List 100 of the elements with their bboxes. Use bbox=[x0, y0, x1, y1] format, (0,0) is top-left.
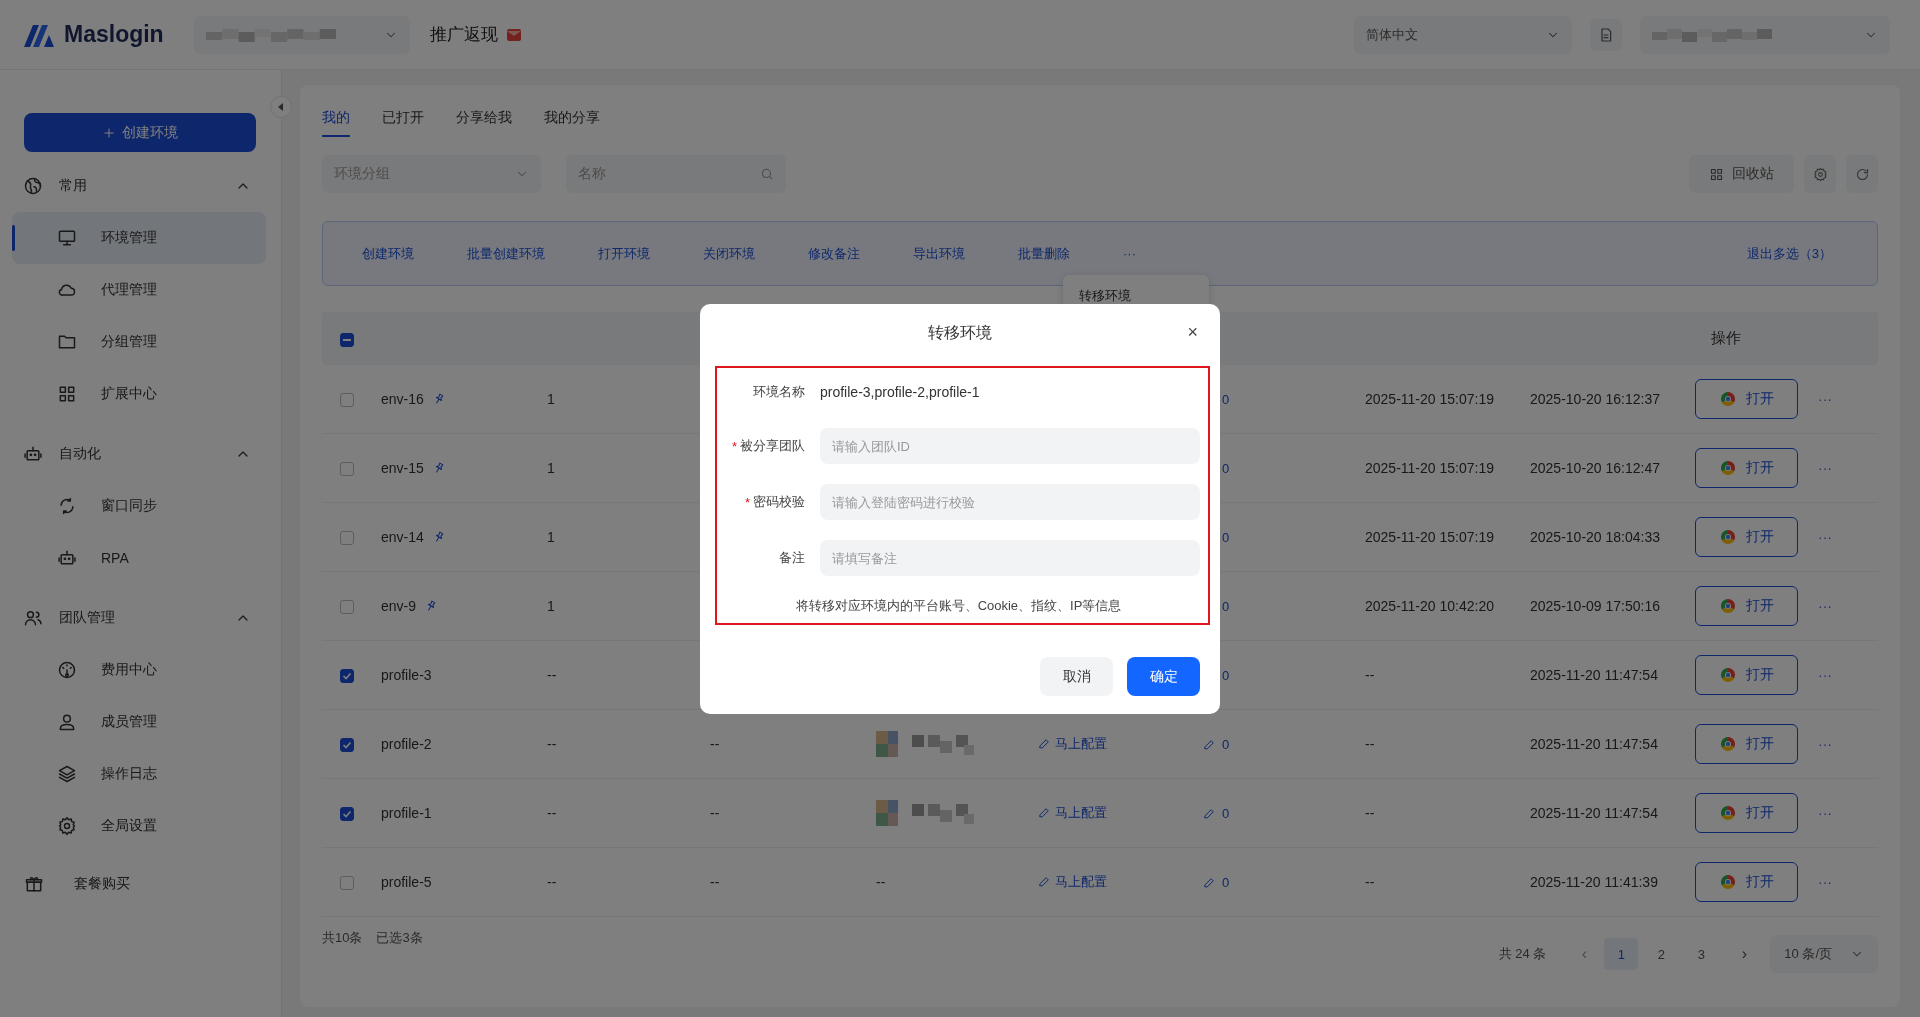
checkbox[interactable] bbox=[340, 462, 354, 477]
edit-count-link[interactable]: 0 bbox=[1222, 805, 1230, 821]
edit-count-link[interactable]: 0 bbox=[1222, 667, 1230, 683]
sidebar-item[interactable]: 成员管理 bbox=[12, 696, 266, 748]
open-button[interactable]: 打开 bbox=[1695, 862, 1798, 902]
more-button[interactable]: ··· bbox=[1818, 805, 1873, 821]
page-size-select[interactable]: 10 条/页 bbox=[1770, 935, 1878, 973]
sidebar-item[interactable]: 环境管理 bbox=[12, 212, 266, 264]
edit-icon bbox=[1203, 806, 1216, 820]
account-select[interactable] bbox=[1640, 15, 1890, 54]
edit-count-link[interactable]: 0 bbox=[1222, 460, 1230, 476]
tab[interactable]: 我的分享 bbox=[544, 103, 600, 137]
checkbox[interactable] bbox=[340, 332, 354, 347]
sidebar-item[interactable]: 操作日志 bbox=[12, 748, 266, 800]
more-button[interactable]: ··· bbox=[1818, 391, 1873, 407]
edit-count-link[interactable]: 0 bbox=[1222, 529, 1230, 545]
edit-count-link[interactable]: 0 bbox=[1222, 874, 1230, 890]
checkbox[interactable] bbox=[340, 876, 354, 891]
input-field[interactable]: 请输入登陆密码进行校验 bbox=[820, 484, 1200, 520]
sidebar-item[interactable]: RPA bbox=[12, 532, 266, 584]
more-button[interactable]: ··· bbox=[1818, 529, 1873, 545]
table-cell-text: -- bbox=[547, 736, 558, 752]
cancel-button[interactable]: 取消 bbox=[1040, 657, 1113, 696]
edit-count-link[interactable]: 0 bbox=[1222, 736, 1230, 752]
open-button[interactable]: 打开 bbox=[1695, 655, 1798, 695]
page-button[interactable]: 2 bbox=[1644, 938, 1679, 970]
sidebar-item[interactable]: 窗口同步 bbox=[12, 480, 266, 532]
menu-group[interactable]: 自动化 bbox=[0, 428, 281, 480]
grid-icon bbox=[57, 384, 77, 404]
sidebar-item[interactable]: 代理管理 bbox=[12, 264, 266, 316]
action-link[interactable]: 批量创建环境 bbox=[467, 244, 545, 263]
action-link[interactable]: 关闭环境 bbox=[703, 244, 755, 263]
configure-link[interactable]: 马上配置 bbox=[1038, 734, 1107, 753]
action-link[interactable]: 导出环境 bbox=[913, 244, 965, 263]
document-button[interactable] bbox=[1590, 18, 1622, 51]
checkbox[interactable] bbox=[340, 600, 354, 615]
page-button[interactable]: 1 bbox=[1604, 938, 1639, 970]
globe-icon bbox=[23, 176, 43, 196]
action-link[interactable]: 修改备注 bbox=[808, 244, 860, 263]
open-button[interactable]: 打开 bbox=[1695, 793, 1798, 833]
tab[interactable]: 我的 bbox=[322, 103, 350, 137]
checkbox[interactable] bbox=[340, 807, 354, 822]
tab[interactable]: 已打开 bbox=[382, 103, 424, 137]
checkbox[interactable] bbox=[340, 669, 354, 684]
envelope-icon bbox=[505, 26, 522, 43]
open-button[interactable]: 打开 bbox=[1695, 517, 1798, 557]
tab[interactable]: 分享给我 bbox=[456, 103, 512, 137]
table-cell-text: 2025-11-20 11:47:54 bbox=[1530, 667, 1659, 683]
refresh-button[interactable] bbox=[1846, 155, 1878, 193]
table-cell: -- bbox=[710, 874, 720, 890]
more-button[interactable]: ··· bbox=[1123, 246, 1136, 261]
configure-link[interactable]: 马上配置 bbox=[1038, 803, 1107, 822]
sidebar-item[interactable]: 费用中心 bbox=[12, 644, 266, 696]
workspace-select[interactable] bbox=[193, 15, 410, 54]
page-button[interactable]: 3 bbox=[1684, 938, 1719, 970]
settings-icon bbox=[1812, 166, 1828, 182]
exit-multiselect-link[interactable]: 退出多选（3） bbox=[1746, 244, 1832, 263]
action-link[interactable]: 批量删除 bbox=[1018, 244, 1070, 263]
sidebar-item[interactable]: 分组管理 bbox=[12, 316, 266, 368]
recycle-bin-button[interactable]: 回收站 bbox=[1689, 155, 1794, 193]
settings-button[interactable] bbox=[1804, 155, 1836, 193]
input-field[interactable]: 请输入团队ID bbox=[820, 428, 1200, 464]
menu-group[interactable]: 团队管理 bbox=[0, 592, 281, 644]
collapse-button[interactable] bbox=[270, 96, 292, 118]
confirm-button[interactable]: 确定 bbox=[1127, 657, 1200, 696]
more-button[interactable]: ··· bbox=[1818, 874, 1873, 890]
promo-link[interactable]: 推广返现 bbox=[429, 23, 498, 46]
prev-page-button[interactable]: ‹ bbox=[1564, 945, 1605, 963]
input-field[interactable]: 请填写备注 bbox=[820, 540, 1200, 576]
checkbox[interactable] bbox=[340, 393, 354, 408]
document-icon bbox=[1598, 26, 1614, 43]
language-select[interactable]: 简体中文 bbox=[1354, 15, 1572, 54]
sidebar-item[interactable]: 扩展中心 bbox=[12, 368, 266, 420]
table-cell: -- bbox=[876, 874, 886, 890]
edit-count-link[interactable]: 0 bbox=[1222, 391, 1230, 407]
more-button[interactable]: ··· bbox=[1818, 460, 1873, 476]
action-link[interactable]: 创建环境 bbox=[362, 244, 414, 263]
total-count: 共10条 bbox=[322, 929, 363, 947]
create-button[interactable]: 创建环境 bbox=[24, 113, 256, 152]
checkbox[interactable] bbox=[340, 738, 354, 753]
sidebar-item[interactable]: 全局设置 bbox=[12, 800, 266, 852]
edit-count-link[interactable]: 0 bbox=[1222, 598, 1230, 614]
close-button[interactable]: × bbox=[1187, 322, 1198, 343]
more-button[interactable]: ··· bbox=[1818, 736, 1873, 752]
open-button[interactable]: 打开 bbox=[1695, 379, 1798, 419]
open-button[interactable]: 打开 bbox=[1695, 448, 1798, 488]
open-button[interactable]: 打开 bbox=[1695, 586, 1798, 626]
open-button[interactable]: 打开 bbox=[1695, 724, 1798, 764]
next-page-button[interactable]: › bbox=[1724, 945, 1765, 963]
check-icon bbox=[342, 671, 352, 682]
action-link[interactable]: 打开环境 bbox=[598, 244, 650, 263]
browser-icon bbox=[1719, 391, 1736, 407]
more-button[interactable]: ··· bbox=[1818, 667, 1873, 683]
more-button[interactable]: ··· bbox=[1818, 598, 1873, 614]
configure-link[interactable]: 马上配置 bbox=[1038, 872, 1107, 891]
checkbox[interactable] bbox=[340, 531, 354, 546]
sidebar-item[interactable]: 套餐购买 bbox=[0, 858, 281, 910]
menu-group[interactable]: 常用 bbox=[0, 160, 281, 212]
check-icon bbox=[342, 740, 352, 751]
check-icon bbox=[342, 809, 352, 820]
